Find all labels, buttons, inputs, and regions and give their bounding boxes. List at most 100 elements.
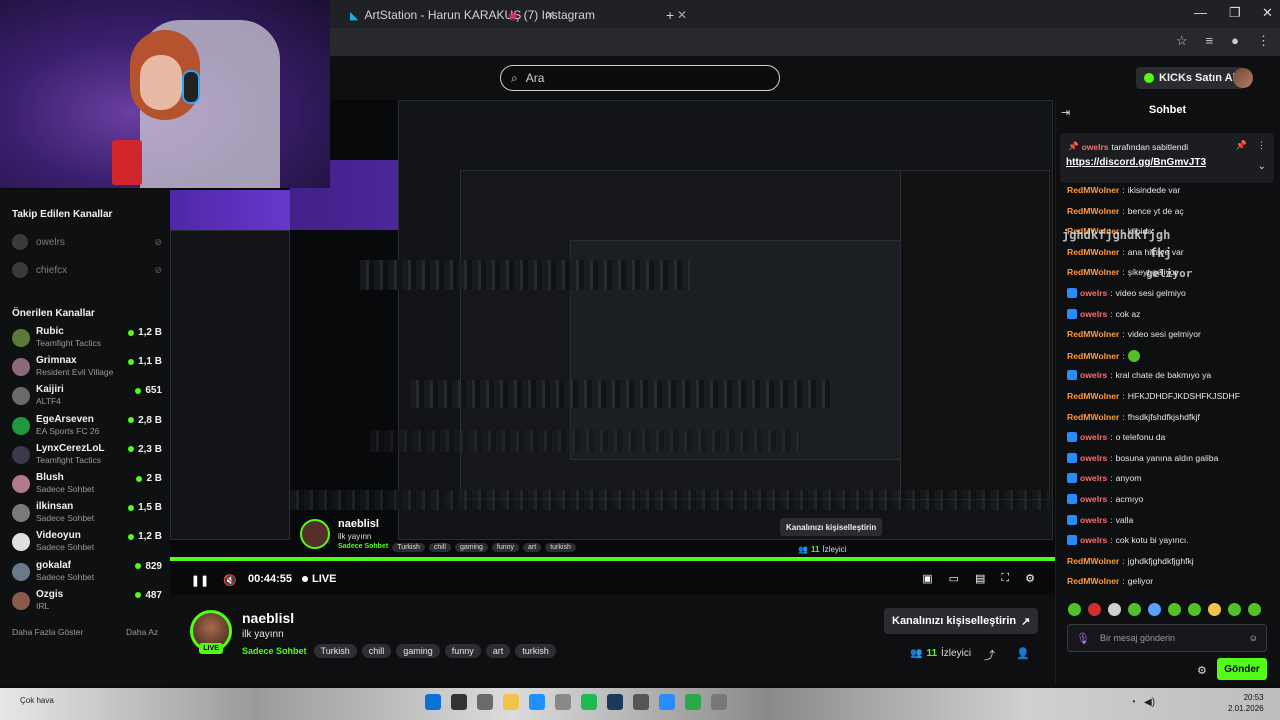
emote-icon[interactable] (1148, 603, 1161, 616)
sidebar-item-followed[interactable]: chiefcx ⊘ (12, 262, 162, 278)
app-icon[interactable] (633, 694, 649, 710)
chat-username[interactable]: owelrs (1080, 473, 1107, 483)
sidebar-item-followed[interactable]: owelrs ⊘ (12, 234, 162, 250)
maximize-icon[interactable]: ❐ (1229, 5, 1241, 21)
chevron-down-icon[interactable]: ⌄ (1258, 161, 1266, 172)
emote-icon[interactable] (1088, 603, 1101, 616)
pinned-link[interactable]: https://discord.gg/BnGmvJT3 (1066, 157, 1206, 168)
minimize-icon[interactable]: — (1194, 5, 1207, 20)
fullscreen-icon[interactable]: ⛶ (1001, 572, 1009, 585)
star-icon[interactable]: ☆ (1176, 33, 1188, 49)
more-options-icon[interactable]: ⋮ (1257, 140, 1266, 151)
sidebar-item-channel[interactable]: Grimnax Resident Evil Village 1,1 B (12, 355, 162, 381)
chat-username[interactable]: RedMWolner (1067, 206, 1119, 216)
microphone-icon[interactable]: 🎙 (1076, 632, 1090, 645)
emoji-icon[interactable]: ☺ (1249, 633, 1258, 643)
chat-username[interactable]: owelrs (1080, 432, 1107, 442)
chat-username[interactable]: RedMWolner (1067, 267, 1119, 277)
settings-icon[interactable]: ⚙ (1025, 572, 1035, 585)
chat-username[interactable]: RedMWolner (1067, 351, 1119, 361)
pin-icon[interactable]: 📌 (1236, 140, 1247, 151)
chat-username[interactable]: owelrs (1080, 535, 1107, 545)
wifi-icon[interactable]: ◔ (1130, 697, 1136, 708)
tag-chip[interactable]: funny (444, 644, 481, 658)
chat-settings-icon[interactable]: ⚙ (1197, 664, 1207, 677)
emote-icon[interactable] (1188, 603, 1201, 616)
volume-icon[interactable]: ◀) (1144, 697, 1155, 708)
show-more-link[interactable]: Daha Fazla Göster (12, 627, 83, 637)
menu-icon[interactable]: ⋮ (1257, 33, 1270, 49)
chat-username[interactable]: RedMWolner (1067, 329, 1119, 339)
sidebar-item-channel[interactable]: Kaijiri ALTF4 651 (12, 384, 162, 410)
app-icon[interactable] (607, 694, 623, 710)
app-icon[interactable] (503, 694, 519, 710)
sidebar-item-channel[interactable]: EgeArseven EA Sports FC 26 2,8 B (12, 414, 162, 440)
sidebar-item-channel[interactable]: Videoyun Sadece Sohbet 1,2 B (12, 530, 162, 556)
chat-username[interactable]: owelrs (1080, 309, 1107, 319)
tag-chip[interactable]: gaming (396, 644, 440, 658)
chat-username[interactable]: owelrs (1080, 288, 1107, 298)
category-link[interactable]: Sadece Sohbet (242, 646, 307, 656)
miniplayer-icon[interactable]: ▣ (922, 572, 932, 585)
profile-icon[interactable]: ● (1231, 33, 1239, 49)
search-input[interactable]: ⌕ Ara (500, 65, 780, 91)
buy-kicks-button[interactable]: KICKs Satın Al (1136, 67, 1244, 89)
chat-username[interactable]: RedMWolner (1067, 576, 1119, 586)
share-icon[interactable]: ⤴ (984, 647, 995, 663)
emote-icon[interactable] (1228, 603, 1241, 616)
emote-icon[interactable] (1208, 603, 1221, 616)
close-icon[interactable]: ✕ (677, 8, 687, 22)
chat-username[interactable]: RedMWolner (1067, 412, 1119, 422)
new-tab-button[interactable]: + (666, 4, 674, 26)
close-window-icon[interactable]: ✕ (1262, 5, 1273, 21)
chat-username[interactable]: RedMWolner (1067, 247, 1119, 257)
pause-icon[interactable]: ❚❚ (191, 572, 209, 588)
app-icon[interactable] (685, 694, 701, 710)
emote-icon[interactable] (1128, 603, 1141, 616)
pinned-by-user[interactable]: owelrs (1082, 142, 1109, 152)
emote-icon[interactable] (1068, 603, 1081, 616)
app-icon[interactable] (451, 694, 467, 710)
tab-instagram[interactable]: ◉ (7) Instagram ✕ (508, 4, 687, 26)
tag-chip[interactable]: Turkish (313, 644, 357, 658)
pip-icon[interactable]: ▤ (975, 572, 985, 585)
media-icon[interactable]: ≡ (1206, 33, 1214, 49)
chat-username[interactable]: owelrs (1080, 494, 1107, 504)
chat-username[interactable]: RedMWolner (1067, 185, 1119, 195)
chat-username[interactable]: owelrs (1080, 370, 1107, 380)
sidebar-item-channel[interactable]: Ozgis IRL 487 (12, 589, 162, 615)
progress-bar[interactable] (170, 557, 1055, 561)
streamer-name[interactable]: naeblisl (242, 610, 294, 626)
chat-username[interactable]: RedMWolner (1067, 556, 1119, 566)
sidebar-item-channel[interactable]: Rubic Teamfight Tactics 1,2 B (12, 326, 162, 352)
weather-widget[interactable]: Çok hava (20, 696, 54, 705)
send-button[interactable]: Gönder (1217, 658, 1267, 680)
emote-icon[interactable] (1108, 603, 1121, 616)
mute-icon[interactable]: 🔇 (222, 572, 238, 588)
app-icon[interactable] (711, 694, 727, 710)
app-icon[interactable] (477, 694, 493, 710)
sidebar-item-channel[interactable]: ilkinsan Sadece Sohbet 1,5 B (12, 501, 162, 527)
sidebar-item-channel[interactable]: Blush Sadece Sohbet 2 B (12, 472, 162, 498)
tag-chip[interactable]: art (485, 644, 511, 658)
app-icon[interactable] (529, 694, 545, 710)
theater-icon[interactable]: ▭ (949, 572, 959, 585)
sidebar-item-channel[interactable]: gokalaf Sadece Sohbet 829 (12, 560, 162, 586)
app-icon[interactable] (581, 694, 597, 710)
app-icon[interactable] (555, 694, 571, 710)
sidebar-item-channel[interactable]: LynxCerezLoL Teamfight Tactics 2,3 B (12, 443, 162, 469)
chat-username[interactable]: owelrs (1080, 453, 1107, 463)
user-avatar[interactable] (1233, 68, 1253, 88)
chat-username[interactable]: RedMWolner (1067, 391, 1119, 401)
add-user-icon[interactable]: 👤 (1016, 647, 1030, 660)
tag-chip[interactable]: turkish (515, 644, 556, 658)
taskbar-clock[interactable]: 20:53 2.01.2026 (1228, 692, 1264, 714)
show-less-link[interactable]: Daha Az (126, 627, 158, 637)
app-icon[interactable] (425, 694, 441, 710)
chat-username[interactable]: owelrs (1080, 515, 1107, 525)
chat-input[interactable]: 🎙 Bir mesaj gönderin ☺ (1067, 624, 1267, 652)
emote-icon[interactable] (1168, 603, 1181, 616)
personalize-channel-button[interactable]: Kanalınızı kişiselleştirin ↗ (884, 608, 1039, 634)
emote-icon[interactable] (1248, 603, 1261, 616)
tag-chip[interactable]: chill (361, 644, 392, 658)
